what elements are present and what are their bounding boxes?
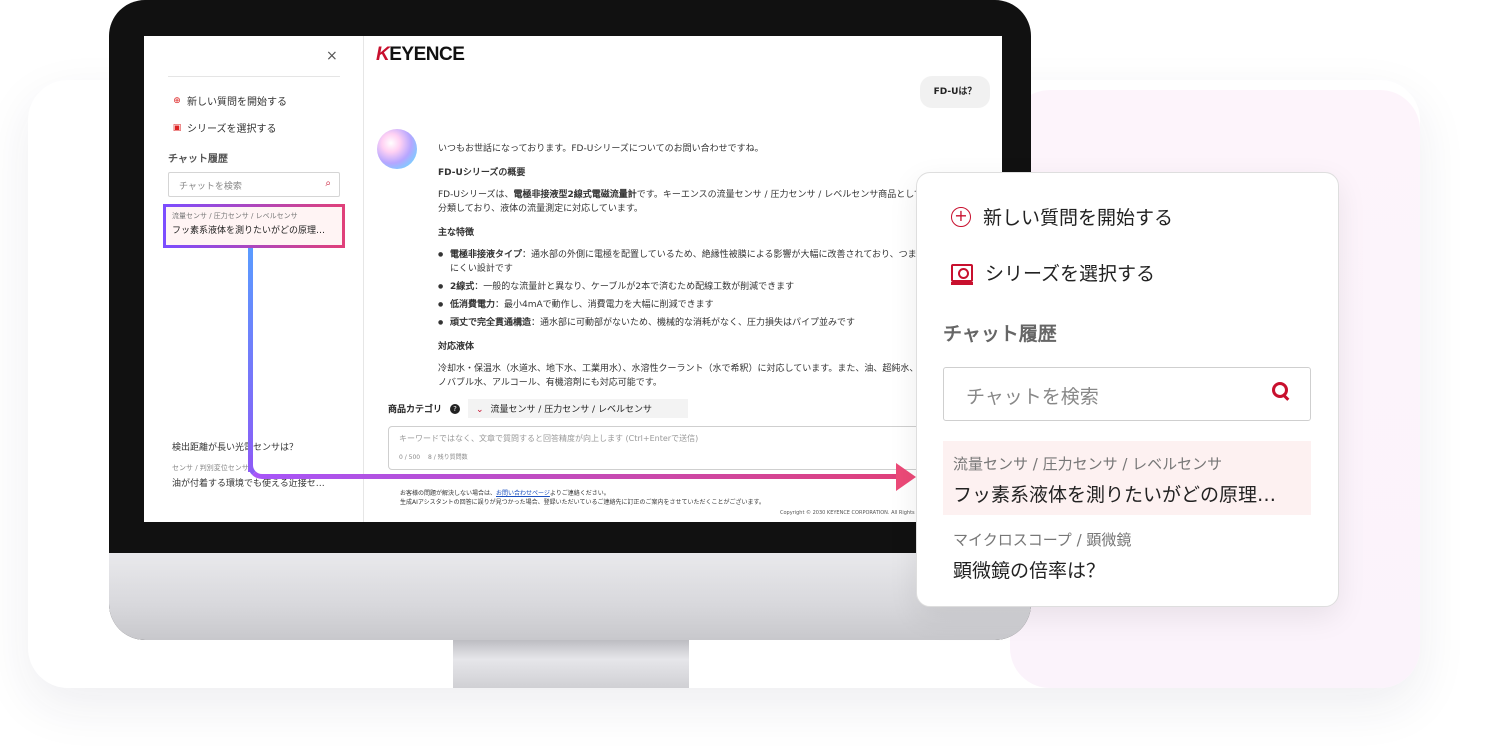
history-category: 流量センサ / 圧力センサ / レベルセンサ [172, 212, 298, 220]
history-question: フッ素系液体を測りたいがどの原理… [172, 226, 326, 236]
answer-overview: FD-Uシリーズは、電極非接液型2線式電磁流量計です。キーエンスの流量センサ /… [438, 190, 923, 214]
footer-contact: お客様の問題が解決しない場合は、お問い合わせページよりご連絡ください。 [400, 490, 610, 497]
chat-search-input[interactable]: チャットを検索 ⌕ [168, 172, 340, 197]
history-item-active[interactable]: 流量センサ / 圧力センサ / レベルセンサ フッ素系液体を測りたいがどの原理… [163, 204, 345, 248]
answer-intro: いつもお世話になっております。FD-Uシリーズについてのお問い合わせですね。 [438, 144, 764, 154]
contact-link[interactable]: お問い合わせページ [496, 490, 550, 497]
close-icon[interactable]: × [326, 48, 338, 64]
feature-item: 頑丈で完全貫通構造：通水部に可動部がないため、機械的な消耗がなく、圧力損失はパイ… [438, 316, 928, 330]
category-label: 商品カテゴリ [388, 405, 443, 415]
sidebar-divider [168, 76, 340, 77]
zoom-history-item[interactable]: マイクロスコープ / 顕微鏡 顕微鏡の倍率は？ [953, 529, 1303, 583]
sidebar: × ⊕ 新しい質問を開始する ▣ シリーズを選択する チャット履歴 チャットを検… [144, 36, 364, 522]
history-item[interactable]: 検出距離が長い光電センサは？ [172, 440, 298, 453]
series-icon [951, 263, 973, 285]
monitor-chin [109, 553, 1031, 640]
answer-feature-list: 電極非接液タイプ：通水部の外側に電極を配置しているため、絶縁性被膜による影響が大… [438, 248, 928, 330]
feature-item: 電極非接液タイプ：通水部の外側に電極を配置しているため、絶縁性被膜による影響が大… [438, 248, 928, 276]
history-category: センサ / 判別変位センサ [172, 464, 249, 472]
series-icon: ▣ [172, 122, 182, 133]
zoom-search-placeholder: チャットを検索 [966, 386, 1099, 408]
assistant-answer: いつもお世話になっております。FD-Uシリーズについてのお問い合わせですね。 F… [438, 142, 928, 400]
zoom-new-question-button[interactable]: + 新しい質問を開始する [951, 203, 1173, 230]
category-select[interactable]: ⌄ 流量センサ / 圧力センサ / レベルセンサ [468, 399, 688, 418]
plus-circle-icon: + [951, 206, 971, 227]
help-icon[interactable]: ? [450, 403, 461, 414]
zoom-history-heading: チャット履歴 [943, 323, 1057, 345]
app-screen: × ⊕ 新しい質問を開始する ▣ シリーズを選択する チャット履歴 チャットを検… [144, 36, 1002, 522]
zoom-history-category: 流量センサ / 圧力センサ / レベルセンサ [953, 455, 1223, 473]
connector-line-horizontal [270, 474, 898, 479]
connector-line-vertical [248, 248, 253, 472]
chat-search-placeholder: チャットを検索 [179, 182, 242, 192]
question-placeholder: キーワードではなく、文章で質問すると回答精度が向上します (Ctrl+Enter… [399, 434, 699, 443]
user-message-bubble: FD-Uは？ [920, 76, 990, 108]
answer-liquids-heading: 対応液体 [438, 342, 475, 352]
keyence-logo: KEYENCE [376, 44, 465, 65]
answer-overview-heading: FD-Uシリーズの概要 [438, 168, 526, 178]
feature-item: 低消費電力：最小4mAで動作し、消費電力を大幅に削減できます [438, 298, 928, 312]
new-question-button[interactable]: ⊕ 新しい質問を開始する [172, 93, 287, 109]
monitor-stand [453, 640, 689, 688]
zoom-history-category: マイクロスコープ / 顕微鏡 [953, 531, 1132, 549]
select-series-button[interactable]: ▣ シリーズを選択する [172, 120, 277, 136]
footer-note: 生成AIアシスタントの回答に誤りが見つかった場合、登録いただいているご連絡先に訂… [400, 499, 765, 506]
zoom-select-series-label: シリーズを選択する [985, 263, 1156, 285]
char-count: 0 / 500 8 / 残り質問数 [399, 454, 468, 461]
zoom-history-question: フッ素系液体を測りたいがどの原理… [953, 484, 1277, 506]
new-question-label: 新しい質問を開始する [187, 97, 287, 108]
search-icon[interactable] [1272, 382, 1290, 400]
answer-features-heading: 主な特徴 [438, 228, 475, 238]
assistant-avatar [377, 129, 417, 169]
zoom-new-question-label: 新しい質問を開始する [983, 207, 1174, 229]
chevron-down-icon: ⌄ [476, 405, 484, 415]
category-select-value: 流量センサ / 圧力センサ / レベルセンサ [490, 405, 652, 415]
zoom-history-item-active[interactable]: 流量センサ / 圧力センサ / レベルセンサ フッ素系液体を測りたいがどの原理… [943, 441, 1311, 515]
zoomed-sidebar-panel: + 新しい質問を開始する シリーズを選択する チャット履歴 チャットを検索 流量… [916, 172, 1339, 607]
zoom-select-series-button[interactable]: シリーズを選択する [951, 259, 1155, 286]
plus-circle-icon: ⊕ [173, 95, 181, 106]
history-heading: チャット履歴 [168, 154, 228, 165]
zoom-history-question: 顕微鏡の倍率は？ [953, 560, 1106, 582]
question-input[interactable]: キーワードではなく、文章で質問すると回答精度が向上します (Ctrl+Enter… [388, 426, 948, 470]
arrow-head-icon [896, 463, 916, 491]
select-series-label: シリーズを選択する [187, 124, 277, 135]
category-row: 商品カテゴリ ? ⌄ 流量センサ / 圧力センサ / レベルセンサ [388, 399, 688, 418]
zoom-chat-search-input[interactable]: チャットを検索 [943, 367, 1311, 421]
feature-item: 2線式：一般的な流量計と異なり、ケーブルが2本で済むため配線工数が削減できます [438, 280, 928, 294]
search-icon[interactable]: ⌕ [325, 178, 331, 189]
